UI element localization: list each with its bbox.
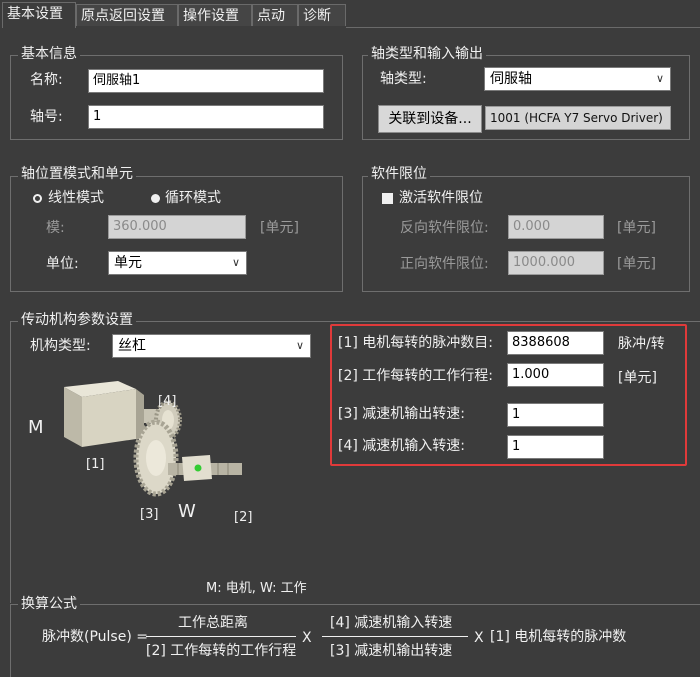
large-gear-icon	[133, 419, 179, 497]
forward-limit-label: 正向软件限位:	[400, 256, 489, 272]
diagram-legend: M: 电机, W: 工作	[206, 581, 307, 596]
formula-lhs: 脉冲数(Pulse) =	[42, 629, 148, 645]
axis-type-select[interactable]: 伺服轴 ∨	[484, 67, 671, 91]
device-field: 1001 (HCFA Y7 Servo Driver)	[485, 106, 671, 130]
soft-limit-title: 软件限位	[368, 166, 430, 182]
mechanism-type-label: 机构类型:	[30, 338, 91, 354]
enable-soft-limit-checkbox[interactable]	[382, 193, 393, 204]
label-3: [3]	[140, 507, 158, 522]
modulus-label: 模:	[46, 220, 65, 236]
unit-value: 单元	[114, 255, 142, 271]
travel-per-rev-label: [2] 工作每转的工作行程:	[338, 368, 493, 384]
label-2: [2]	[234, 510, 252, 525]
formula-times-2: X	[474, 630, 484, 646]
forward-limit-input: 1000.000	[508, 251, 604, 275]
motor-label: M	[28, 417, 44, 438]
linear-mode-radio[interactable]	[33, 194, 42, 203]
basic-info-title: 基本信息	[18, 46, 80, 62]
axis-number-input[interactable]: 1	[88, 105, 324, 129]
pulses-per-rev-label: [1] 电机每转的脉冲数目:	[338, 335, 493, 351]
linear-mode-label[interactable]: 线性模式	[48, 189, 104, 207]
formula-numerator-1: 工作总距离	[178, 615, 248, 631]
position-mode-title: 轴位置模式和单元	[18, 166, 136, 182]
screw-shaft-icon	[168, 455, 242, 481]
tab-homing-settings[interactable]: 原点返回设置	[76, 4, 178, 26]
travel-per-rev-input[interactable]: 1.000	[507, 363, 604, 387]
formula-numerator-2: [4] 减速机输入转速	[330, 615, 453, 631]
unit-label: 单位:	[46, 256, 79, 272]
label-1: [1]	[86, 457, 104, 472]
gear-input-speed-label: [4] 减速机输入转速:	[338, 438, 465, 454]
transmission-title: 传动机构参数设置	[18, 312, 136, 328]
forward-limit-unit: [单元]	[617, 256, 656, 272]
tab-basic-settings[interactable]: 基本设置	[2, 2, 76, 28]
axis-number-label: 轴号:	[30, 109, 63, 125]
axis-type-label: 轴类型:	[380, 71, 427, 87]
fraction-line-2	[322, 636, 468, 637]
pulses-per-rev-input[interactable]: 8388608	[507, 331, 604, 355]
enable-soft-limit-label[interactable]: 激活软件限位	[399, 189, 483, 207]
axis-type-title: 轴类型和输入输出	[368, 46, 486, 62]
chevron-down-icon: ∨	[655, 72, 664, 85]
formula-denominator-2: [3] 减速机输出转速	[330, 643, 453, 659]
unit-select[interactable]: 单元 ∨	[108, 251, 247, 275]
reverse-limit-input: 0.000	[508, 215, 604, 239]
gear-output-speed-input[interactable]: 1	[507, 403, 604, 427]
tab-jog[interactable]: 点动	[252, 4, 298, 26]
name-label: 名称:	[30, 72, 63, 88]
cyclic-mode-label[interactable]: 循环模式	[165, 189, 221, 207]
label-4: [4]	[158, 394, 176, 409]
chevron-down-icon: ∨	[295, 339, 304, 352]
modulus-input: 360.000	[108, 215, 246, 239]
mechanism-type-select[interactable]: 丝杠 ∨	[112, 334, 311, 358]
reverse-limit-unit: [单元]	[617, 220, 656, 236]
tab-divider	[346, 27, 700, 28]
work-label: W	[178, 501, 196, 522]
name-input[interactable]: 伺服轴1	[88, 69, 324, 93]
gear-output-speed-label: [3] 减速机输出转速:	[338, 406, 465, 422]
fraction-line-1	[146, 636, 296, 637]
link-device-button[interactable]: 关联到设备...	[378, 105, 482, 133]
pulses-per-rev-unit: 脉冲/转	[618, 336, 665, 352]
tab-diagnostics[interactable]: 诊断	[298, 4, 346, 26]
formula-title: 换算公式	[18, 596, 80, 612]
formula-denominator-1: [2] 工作每转的工作行程	[146, 643, 297, 659]
travel-per-rev-unit: [单元]	[618, 370, 657, 386]
formula-tail: [1] 电机每转的脉冲数	[490, 629, 627, 645]
modulus-unit: [单元]	[260, 220, 299, 236]
ballscrew-diagram: M [4] [1] [3] W [2]	[28, 381, 252, 525]
tab-operation-settings[interactable]: 操作设置	[178, 4, 252, 26]
reverse-limit-label: 反向软件限位:	[400, 220, 489, 236]
chevron-down-icon: ∨	[231, 256, 240, 269]
cyclic-mode-radio[interactable]	[151, 194, 160, 203]
formula-times-1: X	[302, 630, 312, 646]
gear-input-speed-input[interactable]: 1	[507, 435, 604, 459]
mechanism-type-value: 丝杠	[118, 338, 146, 354]
axis-type-value: 伺服轴	[490, 71, 532, 87]
tab-bar: 基本设置 原点返回设置 操作设置 点动 诊断	[0, 0, 700, 28]
